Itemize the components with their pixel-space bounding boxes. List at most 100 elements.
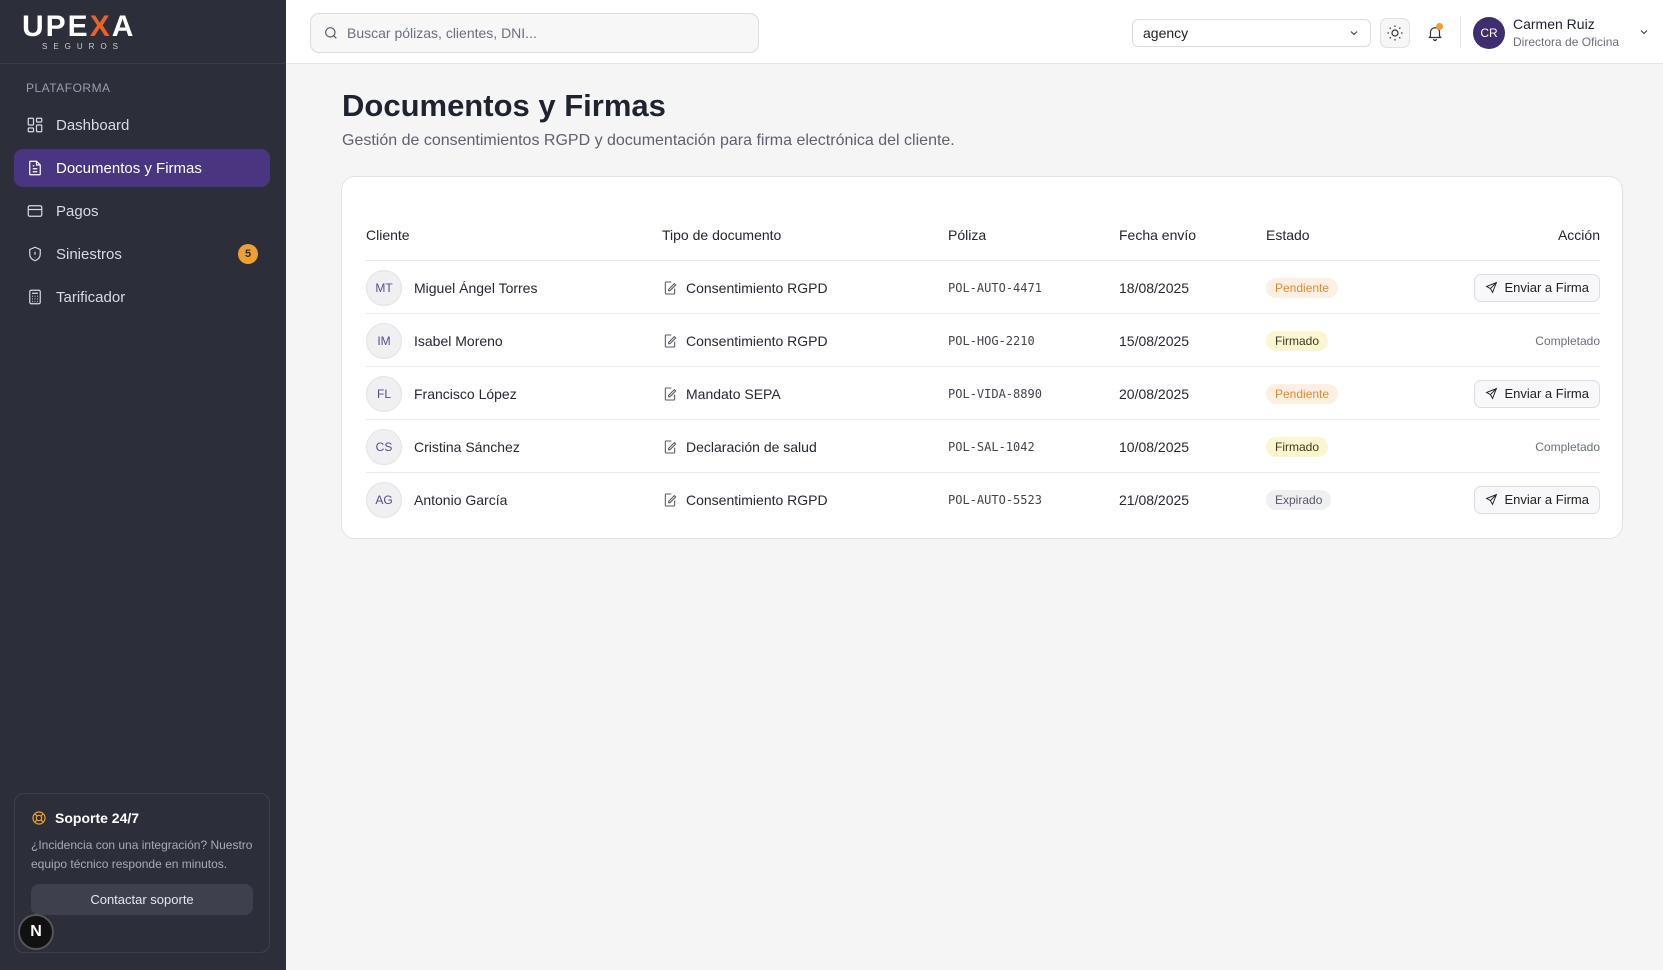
- client-cell: IM Isabel Moreno: [366, 314, 503, 367]
- calculator-icon: [26, 288, 44, 306]
- contact-support-button[interactable]: Contactar soporte: [31, 884, 253, 915]
- support-text: ¿Incidencia con una integración? Nuestro…: [31, 838, 253, 871]
- sidebar: UPEXA SEGUROS PLATAFORMA Dashboard Docum…: [0, 0, 286, 970]
- edit-document-icon: [664, 280, 677, 295]
- client-name: Cristina Sánchez: [414, 438, 520, 455]
- edit-document-icon: [664, 439, 677, 454]
- topbar: agency CR Carmen Ruiz Directora de Ofici…: [286, 0, 1663, 64]
- sidebar-item-pagos[interactable]: Pagos: [14, 192, 270, 230]
- doc-type: Mandato SEPA: [686, 385, 781, 402]
- send-date: 21/08/2025: [1119, 491, 1190, 508]
- client-name: Antonio García: [414, 491, 508, 508]
- grid-icon: [26, 116, 44, 134]
- table-row[interactable]: FL Francisco López Mandato SEPA POL-VIDA…: [366, 367, 1600, 420]
- logo-text-post: A: [111, 9, 136, 43]
- doc-type: Consentimiento RGPD: [686, 332, 828, 349]
- sidebar-item-label: Pagos: [56, 202, 99, 220]
- topbar-divider: [1460, 16, 1461, 48]
- client-name: Isabel Moreno: [414, 332, 503, 349]
- notification-badge: 5: [238, 244, 258, 264]
- page-subtitle: Gestión de consentimientos RGPD y docume…: [342, 132, 955, 149]
- send-date: 20/08/2025: [1119, 385, 1190, 402]
- client-cell: MT Miguel Ángel Torres: [366, 261, 537, 314]
- send-to-sign-button[interactable]: Enviar a Firma: [1474, 273, 1600, 302]
- sidebar-item-tarificador[interactable]: Tarificador: [14, 278, 270, 316]
- policy-number: POL-HOG-2210: [948, 333, 1035, 348]
- nav-section-label: PLATAFORMA: [26, 81, 111, 95]
- notifications-button[interactable]: [1420, 18, 1450, 48]
- client-avatar: MT: [366, 269, 402, 306]
- table-row[interactable]: IM Isabel Moreno Consentimiento RGPD POL…: [366, 314, 1600, 367]
- send-date: 10/08/2025: [1119, 438, 1190, 455]
- page-title: Documentos y Firmas: [342, 88, 666, 123]
- action-cell: Completado: [1535, 420, 1600, 473]
- search-icon: [325, 27, 337, 39]
- client-avatar: IM: [366, 322, 402, 359]
- lifebuoy-icon: [32, 811, 46, 825]
- sidebar-item-label: Documentos y Firmas: [56, 159, 202, 177]
- client-cell: AG Antonio García: [366, 473, 507, 526]
- action-cell: Enviar a Firma: [1474, 473, 1600, 526]
- sidebar-nav: Dashboard Documentos y Firmas Pagos Sini…: [14, 106, 270, 321]
- send-to-sign-label: Enviar a Firma: [1504, 492, 1589, 507]
- status-cell: Pendiente: [1266, 367, 1339, 420]
- send-to-sign-button[interactable]: Enviar a Firma: [1474, 379, 1600, 408]
- send-icon: [1485, 387, 1498, 400]
- doc-type-cell: Declaración de salud: [662, 420, 817, 473]
- policy-number: POL-SAL-1042: [948, 439, 1035, 454]
- column-header-accion: Acción: [1557, 227, 1600, 243]
- client-name: Miguel Ángel Torres: [414, 279, 538, 296]
- edit-document-icon: [664, 333, 677, 348]
- doc-type: Consentimiento RGPD: [686, 279, 828, 296]
- table-row[interactable]: CS Cristina Sánchez Declaración de salud…: [366, 420, 1600, 473]
- client-cell: FL Francisco López: [366, 367, 517, 420]
- edit-document-icon: [664, 492, 677, 507]
- table-row[interactable]: MT Miguel Ángel Torres Consentimiento RG…: [366, 261, 1600, 314]
- column-header-estado: Estado: [1266, 227, 1310, 243]
- status-badge: Firmado: [1266, 330, 1329, 351]
- sun-icon: [1387, 25, 1403, 41]
- send-to-sign-button[interactable]: Enviar a Firma: [1474, 485, 1600, 514]
- send-to-sign-label: Enviar a Firma: [1504, 280, 1589, 295]
- notification-dot: [1436, 23, 1443, 30]
- send-to-sign-label: Enviar a Firma: [1504, 386, 1589, 401]
- completed-label: Completado: [1535, 333, 1600, 348]
- document-icon: [26, 159, 44, 177]
- column-header-tipo: Tipo de documento: [662, 227, 782, 243]
- status-badge: Firmado: [1266, 436, 1329, 457]
- send-icon: [1485, 493, 1498, 506]
- client-avatar: AG: [366, 481, 402, 518]
- send-icon: [1485, 281, 1498, 294]
- doc-type: Consentimiento RGPD: [686, 491, 828, 508]
- doc-type-cell: Consentimiento RGPD: [662, 473, 828, 526]
- doc-type-cell: Consentimiento RGPD: [662, 314, 828, 367]
- sidebar-item-siniestros[interactable]: Siniestros 5: [14, 235, 270, 273]
- user-name[interactable]: Carmen Ruiz: [1513, 16, 1595, 32]
- user-avatar[interactable]: CR: [1473, 17, 1505, 49]
- client-name: Francisco López: [414, 385, 517, 402]
- completed-label: Completado: [1535, 439, 1600, 454]
- workspace-select[interactable]: agency: [1132, 19, 1371, 47]
- status-badge: Expirado: [1266, 489, 1332, 510]
- status-cell: Pendiente: [1266, 261, 1339, 314]
- sidebar-item-label: Siniestros: [56, 245, 122, 263]
- table-row[interactable]: AG Antonio García Consentimiento RGPD PO…: [366, 473, 1600, 526]
- shield-icon: [26, 245, 44, 263]
- action-cell: Enviar a Firma: [1474, 261, 1600, 314]
- client-cell: CS Cristina Sánchez: [366, 420, 520, 473]
- send-date: 15/08/2025: [1119, 332, 1190, 349]
- send-date: 18/08/2025: [1119, 279, 1190, 296]
- status-badge: Pendiente: [1266, 383, 1339, 404]
- search-box[interactable]: [310, 13, 759, 53]
- status-cell: Firmado: [1266, 314, 1329, 367]
- status-cell: Expirado: [1266, 473, 1332, 526]
- theme-toggle-button[interactable]: [1380, 18, 1410, 48]
- brand-logo[interactable]: UPEXA SEGUROS: [0, 0, 286, 64]
- user-role: Directora de Oficina: [1513, 35, 1620, 49]
- sidebar-item-documentos[interactable]: Documentos y Firmas: [14, 149, 270, 187]
- sidebar-item-dashboard[interactable]: Dashboard: [14, 106, 270, 144]
- dev-tools-badge[interactable]: N: [18, 914, 54, 950]
- client-avatar: CS: [366, 428, 402, 465]
- search-input[interactable]: [347, 25, 747, 41]
- chevron-down-icon[interactable]: [1638, 26, 1650, 38]
